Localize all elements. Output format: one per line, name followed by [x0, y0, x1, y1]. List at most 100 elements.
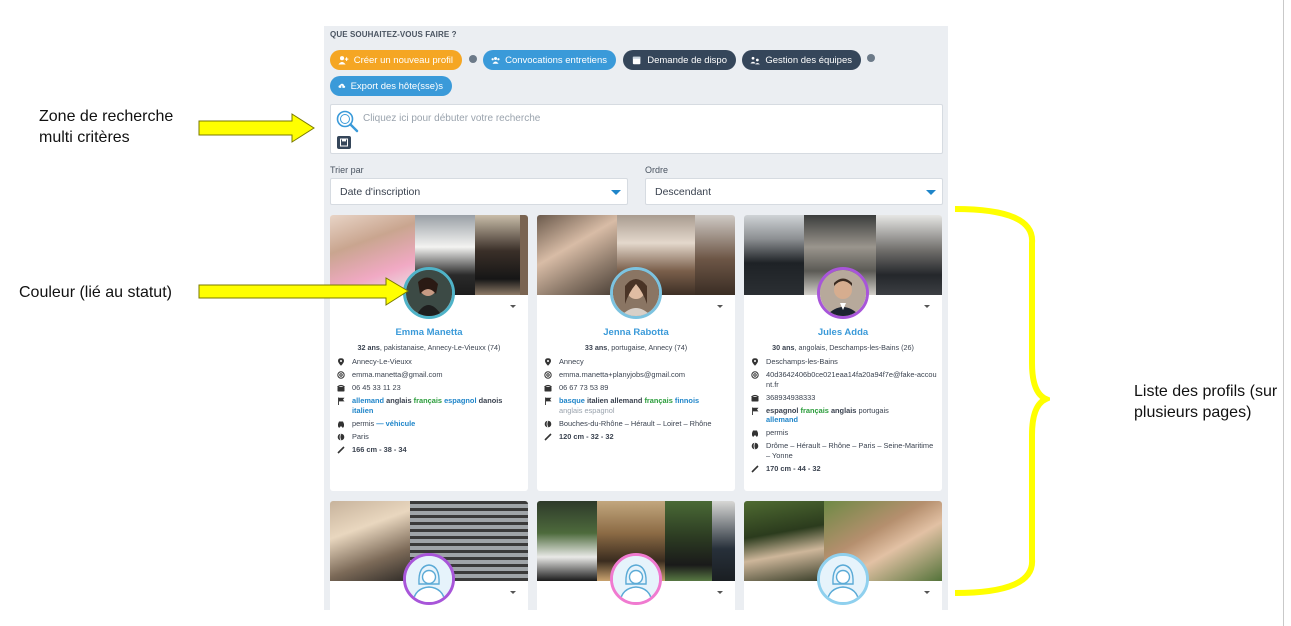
profile-city: Deschamps-les-Bains: [766, 357, 838, 366]
profile-license: permis: [766, 428, 789, 437]
status-avatar[interactable]: [610, 553, 662, 605]
profile-name[interactable]: Jenna Rabotta: [537, 327, 735, 338]
cloud-download-icon: [338, 83, 346, 89]
profile-subtitle: 30 ans, angolais, Deschamps-les-Bains (2…: [744, 343, 942, 352]
language-tag: allemand: [766, 415, 799, 424]
profile-photo: [537, 501, 597, 581]
profile-name[interactable]: Emma Manetta: [330, 327, 528, 338]
color-arrow-icon: [198, 277, 409, 306]
order-value: Descendant: [655, 186, 712, 198]
chevron-down-icon: [611, 190, 621, 195]
order-select[interactable]: Descendant: [645, 178, 943, 205]
profile-subtitle: 32 ans, pakistanaise, Annecy-Le-Vieuxx (…: [330, 343, 528, 352]
status-avatar[interactable]: [403, 553, 455, 605]
team-management-label: Gestion des équipes: [765, 54, 852, 66]
profile-email[interactable]: emma.manetta@gmail.com: [352, 370, 525, 380]
card-menu-icon[interactable]: [924, 305, 930, 308]
profile-card[interactable]: [744, 501, 942, 610]
phone-icon: [337, 384, 345, 392]
profile-email[interactable]: emma.manetta+planyjobs@gmail.com: [559, 370, 732, 380]
card-menu-icon[interactable]: [717, 305, 723, 308]
language-tag: italien: [586, 396, 609, 405]
multi-criteria-search[interactable]: Cliquez ici pour débuter votre recherche: [330, 104, 943, 154]
interview-convocations-button[interactable]: Convocations entretiens: [483, 50, 616, 70]
location-icon: [752, 358, 758, 366]
profile-photo: [537, 215, 617, 295]
language-tag: anglais: [830, 405, 857, 415]
profile-zones: Paris: [352, 431, 369, 441]
avatar-photo: [406, 270, 452, 316]
card-menu-icon[interactable]: [717, 591, 723, 594]
search-placeholder: Cliquez ici pour débuter votre recherche: [363, 113, 541, 124]
card-menu-icon[interactable]: [510, 305, 516, 308]
team-management-button[interactable]: Gestion des équipes: [742, 50, 861, 70]
language-tag: français: [413, 396, 442, 405]
create-profile-button[interactable]: Créer un nouveau profil: [330, 50, 462, 70]
availability-request-button[interactable]: Demande de dispo: [623, 50, 736, 70]
profile-origin: , portugaise, Annecy (74): [607, 343, 688, 352]
location-icon: [545, 358, 551, 366]
interview-convocations-label: Convocations entretiens: [505, 54, 607, 66]
profile-card[interactable]: Jenna Rabotta 33 ans, portugaise, Annecy…: [537, 215, 735, 491]
card-menu-icon[interactable]: [924, 591, 930, 594]
profile-photo: [876, 215, 942, 295]
profile-languages: allemand anglais français espagnol danoi…: [352, 396, 525, 415]
flag-icon: [545, 397, 552, 405]
language-tag: allemand: [352, 396, 385, 405]
profile-card[interactable]: Jules Adda 30 ans, angolais, Deschamps-l…: [744, 215, 942, 491]
group-icon: [491, 56, 500, 64]
status-avatar[interactable]: [610, 267, 662, 319]
profile-email[interactable]: 40d3642406b0ce021eaa14fa20a94f7e@fake-ac…: [766, 370, 939, 389]
vehicle-text: — véhicule: [374, 418, 416, 428]
profile-photo: [520, 215, 528, 295]
search-icon: [336, 110, 359, 133]
export-hosts-button[interactable]: Export des hôte(sse)s: [330, 76, 452, 96]
profile-card[interactable]: [330, 501, 528, 610]
car-icon: [338, 421, 344, 428]
profile-age: 32 ans: [357, 343, 380, 352]
profile-card[interactable]: [537, 501, 735, 610]
save-icon: [340, 138, 348, 147]
profile-details: Annecy-Le-Vieuxx emma.manetta@gmail.com …: [337, 357, 525, 458]
profile-phone[interactable]: 06 67 73 53 89: [559, 383, 732, 393]
phone-icon: [544, 384, 552, 392]
ruler-icon: [544, 432, 552, 441]
status-avatar[interactable]: [817, 267, 869, 319]
card-menu-icon[interactable]: [510, 591, 516, 594]
profile-measurements: 166 cm - 38 - 34: [352, 444, 407, 454]
email-icon: [544, 371, 552, 379]
chevron-down-icon: [926, 190, 936, 195]
profile-photo: [330, 501, 410, 581]
email-icon: [751, 371, 759, 379]
ruler-icon: [751, 464, 759, 473]
flag-icon: [752, 407, 759, 415]
save-search-button[interactable]: [337, 136, 351, 149]
profile-origin: , pakistanaise, Annecy-Le-Vieuxx (74): [379, 343, 501, 352]
phone-icon: [751, 394, 759, 401]
language-tag: anglais: [386, 396, 412, 405]
order-label: Ordre: [645, 165, 669, 175]
sort-by-select[interactable]: Date d'inscription: [330, 178, 628, 205]
language-tag: français: [800, 405, 829, 415]
section-title: QUE SOUHAITEZ-VOUS FAIRE ?: [330, 30, 457, 39]
email-icon: [337, 371, 345, 379]
search-zone-annotation: Zone de recherche multi critères: [39, 108, 174, 146]
avatar-photo: [820, 270, 866, 316]
avatar-photo: [613, 270, 659, 316]
profiles-list-brace-icon: [954, 206, 1050, 596]
default-avatar-icon: [406, 556, 452, 602]
status-avatar[interactable]: [403, 267, 455, 319]
status-avatar[interactable]: [817, 553, 869, 605]
profile-license: permis — véhicule: [352, 419, 525, 429]
profile-name[interactable]: Jules Adda: [744, 327, 942, 338]
profile-photo: [744, 501, 824, 581]
profile-phone[interactable]: 06 45 33 11 23: [352, 383, 525, 393]
separator-dot: [469, 55, 477, 63]
profile-phone[interactable]: 368934938333: [766, 393, 939, 403]
calendar-icon: [632, 56, 641, 65]
globe-icon: [544, 419, 552, 428]
language-tag: basque: [559, 396, 585, 405]
location-icon: [338, 358, 344, 366]
profile-card[interactable]: Emma Manetta 32 ans, pakistanaise, Annec…: [330, 215, 528, 491]
profile-measurements: 120 cm - 32 - 32: [559, 431, 614, 441]
